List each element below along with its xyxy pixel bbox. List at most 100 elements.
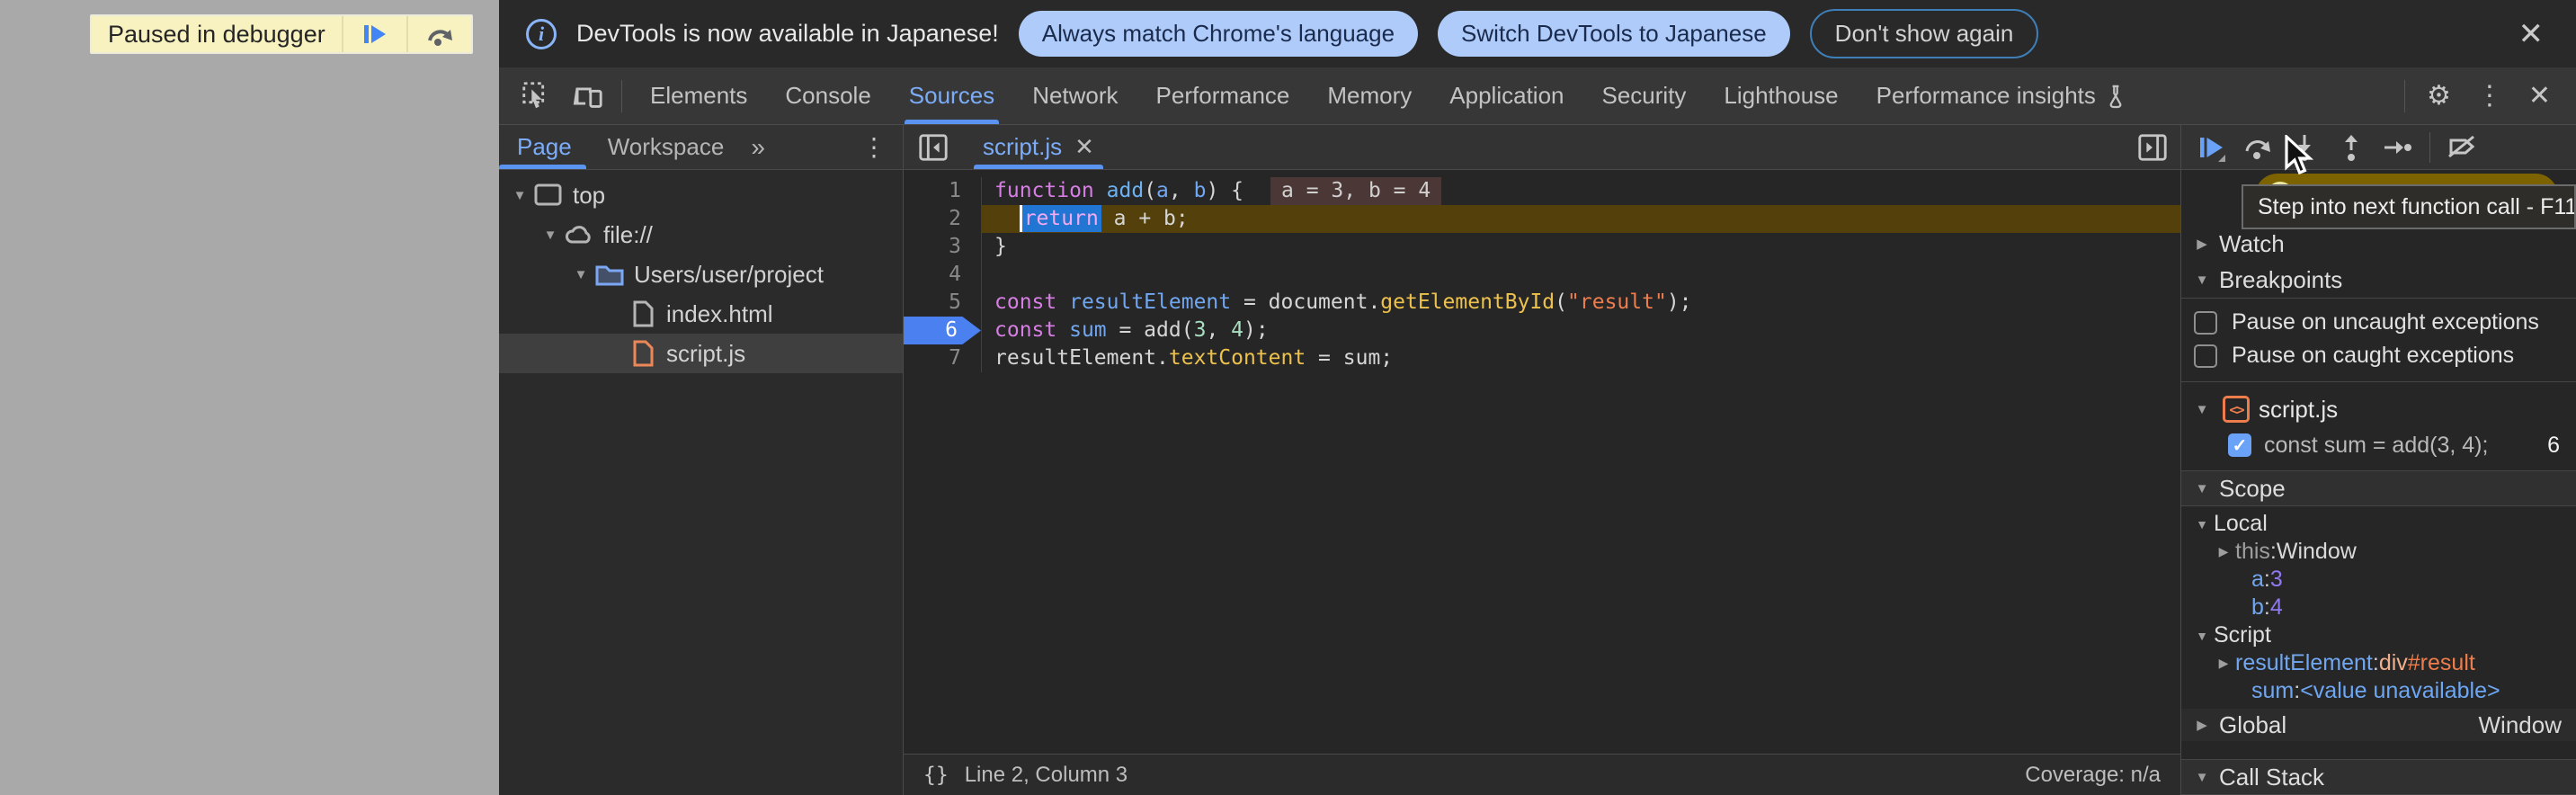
toggle-debugger-sidebar-icon[interactable] (2135, 130, 2170, 165)
tree-item-file-origin[interactable]: ▼ file:// (499, 215, 903, 255)
scope-b-row[interactable]: b: 4 (2181, 594, 2576, 621)
toolbar-right-controls: ⚙ ⋮ ✕ (2395, 80, 2576, 112)
expand-icon[interactable]: ▼ (539, 228, 562, 243)
pretty-print-icon[interactable]: {} (923, 764, 949, 787)
breakpoint-line-number: 6 (2547, 433, 2560, 459)
resume-button[interactable] (2188, 128, 2233, 167)
line-number[interactable]: 7 (904, 344, 981, 372)
resume-script-button[interactable] (342, 16, 406, 52)
kebab-menu-icon[interactable]: ⋮ (2464, 80, 2516, 112)
code-line-7: 7 resultElement.textContent = sum; (904, 344, 2180, 372)
more-tabs-chevron[interactable]: » (742, 133, 776, 162)
scope-local-header[interactable]: ▼ Local (2181, 510, 2576, 538)
breakpoint-group: ▼ <> script.js ✓ const sum = add(3, 4); … (2181, 382, 2576, 463)
tree-item-index-html[interactable]: index.html (499, 294, 903, 334)
breakpoint-entry[interactable]: ✓ const sum = add(3, 4); 6 (2181, 427, 2576, 463)
paused-in-debugger-badge: Paused in debugger (90, 14, 473, 54)
tree-item-top[interactable]: ▼ top (499, 175, 903, 215)
scope-global-row[interactable]: ▶ Global Window (2181, 709, 2576, 741)
navigator-tab-page[interactable]: Page (499, 125, 590, 169)
line-number[interactable]: 1 (904, 177, 981, 205)
section-watch[interactable]: ▶ Watch (2181, 226, 2576, 262)
scope-a-row[interactable]: a: 3 (2181, 566, 2576, 594)
navigator-tab-workspace[interactable]: Workspace (590, 125, 743, 169)
folder-icon (594, 261, 625, 288)
scope-sum-row[interactable]: sum: <value unavailable> (2181, 677, 2576, 705)
checkbox-checked[interactable]: ✓ (2228, 433, 2251, 457)
step-button[interactable] (2375, 128, 2420, 167)
step-into-tooltip: Step into next function call - F11 - ⌘ ; (2242, 184, 2576, 229)
tab-memory[interactable]: Memory (1308, 67, 1431, 124)
tab-elements[interactable]: Elements (631, 67, 766, 124)
tab-security[interactable]: Security (1583, 67, 1706, 124)
step-over-badge-button[interactable] (406, 16, 471, 52)
breakpoint-code: const sum = add(3, 4); (2264, 433, 2488, 459)
dont-show-again-button[interactable]: Don't show again (1810, 9, 2039, 58)
flask-icon (2105, 84, 2126, 109)
tab-application[interactable]: Application (1431, 67, 1582, 124)
scope-list: ▼ Local ▶ this: Window a: 3 b: 4 ▼ (2181, 506, 2576, 709)
tab-lighthouse[interactable]: Lighthouse (1705, 67, 1857, 124)
checkbox-unchecked[interactable] (2194, 311, 2217, 335)
tree-item-project-folder[interactable]: ▼ Users/user/project (499, 255, 903, 294)
scope-resultelement-row[interactable]: ▶ resultElement: div#result (2181, 649, 2576, 677)
checkbox-unchecked[interactable] (2194, 344, 2217, 368)
tab-network[interactable]: Network (1013, 67, 1136, 124)
navigator-kebab-icon[interactable]: ⋮ (845, 132, 903, 162)
line-number[interactable]: 3 (904, 233, 981, 261)
editor-pane: script.js ✕ 1 function add(a, b) {a = 3,… (904, 125, 2180, 795)
tab-console[interactable]: Console (766, 67, 889, 124)
section-scope[interactable]: ▼ Scope (2181, 470, 2576, 506)
line-number[interactable]: 2 (904, 205, 981, 233)
editor-tab-script-js[interactable]: script.js ✕ (974, 125, 1103, 169)
sources-panel: Page Workspace » ⋮ ▼ top ▼ (499, 125, 2576, 795)
inspect-element-icon[interactable] (519, 78, 555, 114)
close-tab-icon[interactable]: ✕ (1074, 133, 1094, 161)
always-match-language-button[interactable]: Always match Chrome's language (1019, 11, 1418, 57)
step-over-arc-icon (424, 19, 455, 49)
js-file-icon: <> (2223, 396, 2250, 423)
editor-tab-strip: script.js ✕ (904, 125, 2180, 170)
settings-gear-icon[interactable]: ⚙ (2414, 80, 2464, 112)
toolbar-divider (2429, 132, 2430, 163)
section-breakpoints[interactable]: ▼ Breakpoints (2181, 262, 2576, 298)
debugger-sidebar: Step into next function call - F11 - ⌘ ;… (2181, 170, 2576, 795)
paused-badge-label-seg: Paused in debugger (92, 16, 342, 52)
toggle-navigator-sidebar-icon[interactable] (916, 130, 950, 165)
toolbar-divider (621, 80, 622, 112)
code-line-4: 4 (904, 261, 2180, 289)
pause-uncaught-exceptions-row[interactable]: Pause on uncaught exceptions (2181, 306, 2576, 339)
deactivate-breakpoints-button[interactable] (2439, 128, 2484, 167)
toolbar-divider-right (2404, 80, 2405, 112)
expand-icon[interactable]: ▼ (508, 188, 531, 203)
editor-status-bar: {} Line 2, Column 3 Coverage: n/a (904, 754, 2180, 795)
step-out-button[interactable] (2329, 128, 2374, 167)
pause-caught-exceptions-row[interactable]: Pause on caught exceptions (2181, 339, 2576, 372)
tree-item-script-js[interactable]: script.js (499, 334, 903, 373)
tab-sources[interactable]: Sources (890, 67, 1013, 124)
main-toolbar: Elements Console Sources Network Perform… (499, 67, 2576, 125)
step-over-button[interactable] (2235, 128, 2280, 167)
scope-script-header[interactable]: ▼ Script (2181, 621, 2576, 649)
exception-toggles: Pause on uncaught exceptions Pause on ca… (2181, 299, 2576, 381)
document-icon (627, 300, 657, 327)
switch-to-japanese-button[interactable]: Switch DevTools to Japanese (1438, 11, 1790, 57)
notification-close-icon[interactable]: ✕ (2513, 19, 2550, 49)
scope-this-row[interactable]: ▶ this: Window (2181, 538, 2576, 566)
line-number[interactable]: 5 (904, 289, 981, 317)
tab-performance-insights[interactable]: Performance insights (1858, 67, 2145, 124)
breakpoint-file-row[interactable]: ▼ <> script.js (2181, 391, 2576, 427)
notification-message: DevTools is now available in Japanese! (576, 20, 999, 48)
breakpoint-marker[interactable]: 6 (904, 317, 981, 344)
devtools-close-icon[interactable]: ✕ (2516, 80, 2563, 112)
section-call-stack[interactable]: ▼ Call Stack (2181, 759, 2576, 795)
tab-performance[interactable]: Performance (1137, 67, 1309, 124)
navigator-pane: Page Workspace » ⋮ ▼ top ▼ (499, 125, 904, 795)
code-line-1: 1 function add(a, b) {a = 3, b = 4 (904, 177, 2180, 205)
device-toolbar-icon[interactable] (569, 78, 605, 114)
navigator-header: Page Workspace » ⋮ (499, 125, 903, 170)
code-editor[interactable]: 1 function add(a, b) {a = 3, b = 4 2 ret… (904, 170, 2180, 754)
expand-icon[interactable]: ▼ (569, 267, 593, 282)
line-number[interactable]: 4 (904, 261, 981, 289)
code-line-6-breakpoint: 6 const sum = add(3, 4); (904, 317, 2180, 344)
